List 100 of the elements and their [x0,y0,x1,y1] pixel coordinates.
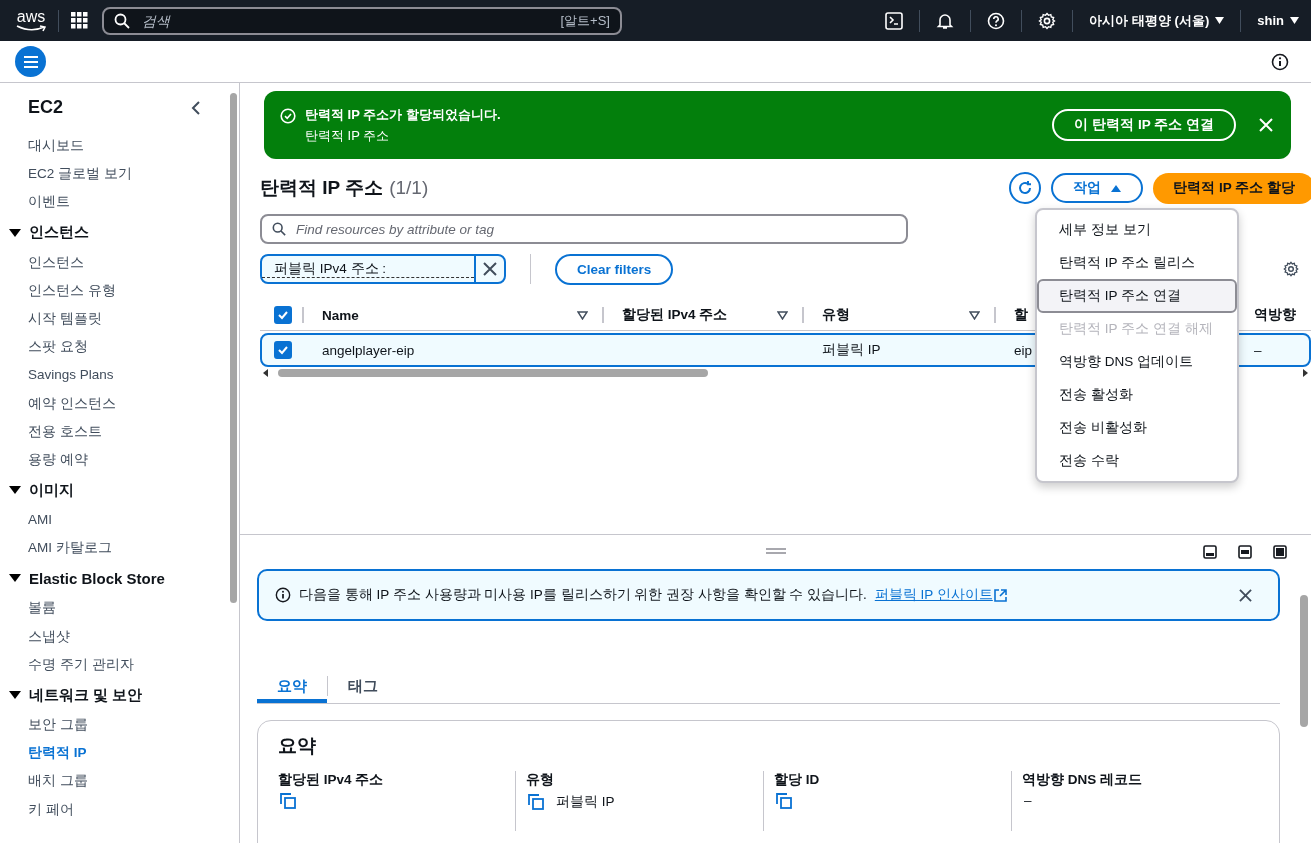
sidebar-section-header[interactable]: Elastic Block Store [9,562,165,595]
field-label: 유형 [526,771,555,789]
sidebar-item[interactable]: 전용 호스트 [28,417,102,446]
table-cell: angelplayer-eip [322,342,415,358]
close-icon[interactable] [1239,588,1252,602]
check-icon [277,309,289,321]
panel-layout-icon[interactable] [1273,545,1287,559]
row-checkbox[interactable] [274,341,292,359]
refresh-button[interactable] [1009,172,1042,204]
menu-item[interactable]: 전송 활성화 [1037,378,1237,412]
menu-item[interactable]: 세부 정보 보기 [1037,213,1237,247]
sidebar-item[interactable]: 스팟 요청 [28,333,88,362]
scroll-right-icon[interactable] [1301,369,1309,377]
external-link-icon [993,588,1007,602]
shortcut-hint: [알트+S] [560,11,610,30]
success-icon [280,108,296,124]
sidebar-title: EC2 [28,97,63,118]
tab[interactable]: 요약 [257,669,327,703]
field-value: 퍼블릭 IP [556,793,615,811]
sidebar-item[interactable]: Savings Plans [28,361,114,390]
info-icon [275,587,291,603]
table-cell: 퍼블릭 IP [822,342,881,357]
clear-filters-button[interactable]: Clear filters [555,253,674,285]
search-field[interactable]: 검색 [알트+S] [102,6,622,35]
sidebar-item[interactable]: 볼륨 [28,594,56,623]
sidebar-item[interactable]: AMI 카탈로그 [28,534,112,563]
sidebar-item[interactable]: 스냅샷 [28,622,70,651]
column-header[interactable]: 할당된 IPv4 주소 [622,306,728,324]
sidebar-item[interactable]: 수명 주기 관리자 [28,650,134,679]
sort-icon[interactable] [969,310,980,320]
filter-search-field[interactable]: Find resources by attribute or tag [260,214,908,244]
column-header[interactable]: 할 [1014,306,1028,324]
user-menu[interactable]: shin [1257,13,1299,28]
sidebar-item[interactable]: 보안 그룹 [28,711,88,740]
column-header[interactable]: Name [322,307,359,323]
sidebar-item[interactable]: 예약 인스턴스 [28,389,116,418]
copy-icon[interactable] [776,793,792,809]
caret-icon [9,690,21,700]
sidebar-item[interactable]: 키 페어 [28,795,74,824]
help-icon[interactable] [987,11,1006,30]
sort-icon[interactable] [777,310,788,320]
panel-layout-icon[interactable] [1203,545,1217,559]
check-icon [277,344,289,356]
sidebar-item[interactable]: 이벤트 [28,188,70,217]
sidebar-item[interactable]: 탄력적 IP [28,739,87,768]
sidebar-item[interactable]: 용량 예약 [28,445,88,475]
associate-button[interactable]: 이 탄력적 IP 주소 연결 [1052,109,1236,141]
menu-item[interactable]: 탄력적 IP 주소 릴리스 [1037,246,1237,280]
info-icon[interactable] [1271,52,1289,71]
caret-icon [1215,17,1225,24]
copy-icon[interactable] [528,794,544,810]
insights-link[interactable]: 퍼블릭 IP 인사이트 [874,586,1007,604]
resize-handle-icon[interactable] [765,548,786,554]
caret-icon [9,227,21,238]
caret-icon [9,485,21,496]
region-selector[interactable]: 아시아 태평양 (서울) [1089,11,1225,30]
sidebar-item[interactable]: 인스턴스 [28,248,84,277]
terminal-icon[interactable] [885,11,904,30]
allocate-button[interactable]: 탄력적 IP 주소 할당 [1153,172,1311,204]
page-title: 탄력적 IP 주소 [260,176,384,200]
card-title: 요약 [278,734,317,758]
settings-icon[interactable] [1283,261,1299,277]
table-cell: – [1254,342,1262,358]
sidebar-section-header[interactable]: 인스턴스 [9,216,89,249]
notifications-icon[interactable] [936,11,955,30]
field-label: 할당 ID [774,771,821,789]
sidebar-item[interactable]: EC2 글로벌 보기 [28,160,132,189]
menu-item[interactable]: 탄력적 IP 주소 연결 [1037,279,1237,313]
column-header[interactable]: 유형 [822,306,850,324]
sidebar-item[interactable]: 시작 템플릿 [28,304,102,334]
logo[interactable]: aws [16,9,46,32]
sidebar-section-header[interactable]: 네트워크 및 보안 [9,679,143,711]
filter-token[interactable]: 퍼블릭 IPv4 주소 : [260,254,506,284]
caret-icon [9,573,21,584]
item-count: (1/1) [389,177,429,199]
actions-dropdown[interactable]: 작업 [1051,173,1144,203]
menu-item[interactable]: 전송 수락 [1037,444,1237,478]
menu-button[interactable] [15,46,46,77]
collapse-icon[interactable] [191,100,201,115]
refresh-icon [1017,180,1034,196]
sidebar-item[interactable]: AMI [28,506,52,535]
tab[interactable]: 태그 [328,669,398,703]
sidebar-item[interactable]: 배치 그룹 [28,767,88,796]
sidebar-item[interactable]: 인스턴스 유형 [28,276,116,305]
caret-icon [1290,17,1299,24]
column-header[interactable]: 역방향 [1254,306,1296,324]
panel-layout-icon[interactable] [1238,545,1252,559]
apps-grid-icon[interactable] [71,12,88,29]
close-icon [483,262,497,276]
sort-icon[interactable] [577,310,588,320]
menu-icon [22,54,39,69]
menu-item[interactable]: 전송 비활성화 [1037,411,1237,445]
scroll-left-icon[interactable] [262,369,270,377]
banner-title: 탄력적 IP 주소가 할당되었습니다. [305,105,502,124]
sidebar-item[interactable]: 대시보드 [28,132,84,161]
search-icon [114,12,130,29]
search-input[interactable]: 검색 [140,11,551,30]
sidebar-section-header[interactable]: 이미지 [9,474,74,507]
select-all-checkbox[interactable] [274,306,292,324]
copy-icon[interactable] [280,793,296,809]
